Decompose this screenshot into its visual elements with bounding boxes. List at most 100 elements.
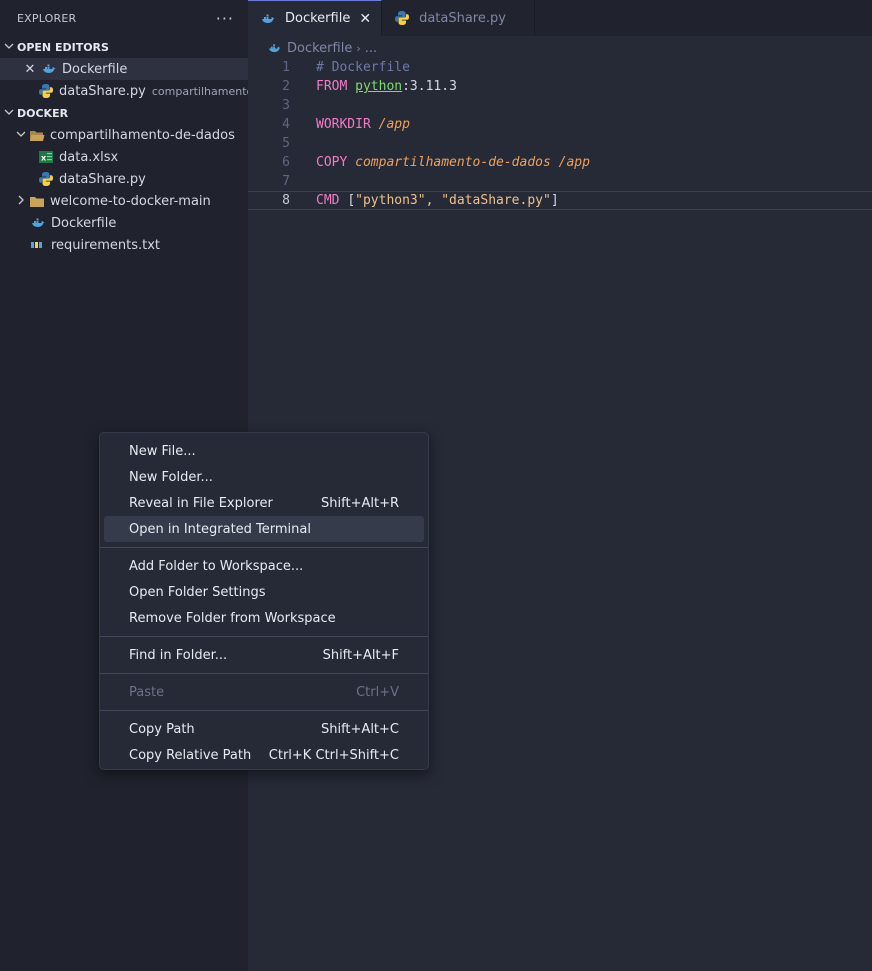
menu-item-label: Copy Path	[129, 721, 195, 737]
breadcrumb-file[interactable]: Dockerfile	[287, 41, 352, 56]
more-actions-icon[interactable]: ···	[216, 9, 234, 28]
whale-icon	[260, 11, 276, 27]
line-number: 6	[282, 155, 290, 170]
code-line: 5	[248, 134, 872, 153]
code-line: 7	[248, 172, 872, 191]
file-name: dataShare.py	[59, 83, 146, 99]
menu-item-reveal-in-file-explorer[interactable]: Reveal in File Explorer Shift+Alt+R	[104, 490, 424, 516]
open-editors-section[interactable]: OPEN EDITORS	[0, 36, 248, 58]
docker-section[interactable]: DOCKER	[0, 102, 248, 124]
code-path: compartilhamento-de-dados /app	[355, 155, 590, 170]
menu-separator	[100, 636, 428, 637]
chevron-right-icon	[14, 195, 28, 208]
menu-item-new-folder[interactable]: New Folder...	[104, 464, 424, 490]
close-icon[interactable]: ✕	[22, 62, 38, 77]
menu-separator	[100, 673, 428, 674]
code-keyword: FROM	[316, 79, 348, 94]
menu-item-paste: Paste Ctrl+V	[104, 679, 424, 705]
open-editor-datashare[interactable]: dataShare.py compartilhamento...	[0, 80, 248, 102]
code-editor[interactable]: 1 # Dockerfile 2 FROM python:3.11.3 3 4 …	[248, 58, 872, 210]
menu-item-add-folder-to-workspace[interactable]: Add Folder to Workspace...	[104, 553, 424, 579]
folder-welcome-to-docker[interactable]: welcome-to-docker-main	[0, 190, 248, 212]
line-number: 1	[282, 60, 290, 75]
code-keyword: COPY	[316, 155, 348, 170]
folder-name: welcome-to-docker-main	[50, 193, 211, 209]
tab-datashare[interactable]: dataShare.py	[382, 0, 535, 36]
whale-icon	[266, 40, 282, 56]
folder-open-icon	[29, 127, 45, 143]
code-path: /app	[378, 117, 410, 132]
code-line: 3	[248, 96, 872, 115]
menu-item-copy-relative-path[interactable]: Copy Relative Path Ctrl+K Ctrl+Shift+C	[104, 742, 424, 768]
menu-item-label: Find in Folder...	[129, 647, 228, 663]
file-datashare-py[interactable]: dataShare.py	[0, 168, 248, 190]
code-tag: :3.11.3	[402, 79, 457, 94]
whale-icon	[30, 215, 46, 231]
file-name: dataShare.py	[59, 171, 146, 187]
folder-name: compartilhamento-de-dados	[50, 127, 235, 143]
code-line: 4 WORKDIR /app	[248, 115, 872, 134]
line-number: 8	[282, 193, 290, 208]
explorer-header: EXPLORER ···	[0, 0, 248, 36]
close-icon[interactable]: ✕	[359, 11, 371, 27]
code-string: "python3", "dataShare.py"	[355, 193, 551, 208]
open-editor-dockerfile[interactable]: ✕ Dockerfile	[0, 58, 248, 80]
menu-item-shortcut: Shift+Alt+R	[321, 495, 399, 511]
menu-item-label: Copy Relative Path	[129, 747, 252, 763]
code-keyword: CMD	[316, 193, 340, 208]
breadcrumb-more[interactable]: ...	[365, 41, 377, 56]
line-number: 4	[282, 117, 290, 132]
excel-icon: x	[38, 149, 54, 165]
code-comment: # Dockerfile	[316, 60, 410, 75]
docker-label: DOCKER	[17, 106, 69, 120]
chevron-right-icon: ›	[356, 41, 361, 55]
code-line: 1 # Dockerfile	[248, 58, 872, 77]
text-file-icon	[30, 237, 46, 253]
file-name: Dockerfile	[62, 61, 128, 77]
menu-item-shortcut: Ctrl+K Ctrl+Shift+C	[268, 747, 399, 763]
menu-item-open-in-integrated-terminal[interactable]: Open in Integrated Terminal	[104, 516, 424, 542]
menu-item-shortcut: Shift+Alt+C	[320, 721, 399, 737]
menu-item-label: Reveal in File Explorer	[129, 495, 273, 511]
menu-item-new-file[interactable]: New File...	[104, 438, 424, 464]
context-menu: New File... New Folder... Reveal in File…	[99, 432, 429, 770]
python-icon	[38, 83, 54, 99]
code-bracket: ]	[550, 193, 559, 208]
file-description: compartilhamento...	[151, 84, 248, 98]
menu-item-label: Open Folder Settings	[129, 584, 266, 600]
menu-item-label: New Folder...	[129, 469, 213, 485]
breadcrumb: Dockerfile › ...	[266, 38, 377, 58]
menu-separator	[100, 710, 428, 711]
menu-item-remove-folder-from-workspace[interactable]: Remove Folder from Workspace	[104, 605, 424, 631]
line-number: 7	[282, 174, 290, 189]
menu-item-label: Remove Folder from Workspace	[129, 610, 336, 626]
file-dockerfile[interactable]: Dockerfile	[0, 212, 248, 234]
tab-label: Dockerfile	[285, 11, 351, 26]
file-name: data.xlsx	[59, 149, 119, 165]
file-data-xlsx[interactable]: x data.xlsx	[0, 146, 248, 168]
menu-item-find-in-folder[interactable]: Find in Folder... Shift+Alt+F	[104, 642, 424, 668]
folder-icon	[29, 193, 45, 209]
menu-item-label: New File...	[129, 443, 196, 459]
code-line: 2 FROM python:3.11.3	[248, 77, 872, 96]
tab-label: dataShare.py	[419, 10, 506, 26]
menu-item-shortcut: Ctrl+V	[356, 684, 399, 700]
menu-item-label: Add Folder to Workspace...	[129, 558, 304, 574]
chevron-down-icon	[14, 129, 28, 142]
menu-item-label: Paste	[129, 684, 165, 700]
code-image-link[interactable]: python	[355, 79, 402, 94]
code-line-current: 8 CMD ["python3", "dataShare.py"]	[248, 191, 872, 210]
menu-separator	[100, 547, 428, 548]
tab-dockerfile[interactable]: Dockerfile ✕	[248, 0, 383, 36]
code-keyword: WORKDIR	[316, 117, 371, 132]
menu-item-shortcut: Shift+Alt+F	[322, 647, 399, 663]
menu-item-copy-path[interactable]: Copy Path Shift+Alt+C	[104, 716, 424, 742]
svg-text:x: x	[41, 154, 47, 163]
file-requirements[interactable]: requirements.txt	[0, 234, 248, 256]
chevron-down-icon	[2, 41, 16, 54]
code-bracket: [	[347, 193, 356, 208]
folder-compartilhamento[interactable]: compartilhamento-de-dados	[0, 124, 248, 146]
editor-tabs: Dockerfile ✕ dataShare.py	[248, 0, 872, 36]
menu-item-open-folder-settings[interactable]: Open Folder Settings	[104, 579, 424, 605]
file-name: Dockerfile	[51, 215, 117, 231]
